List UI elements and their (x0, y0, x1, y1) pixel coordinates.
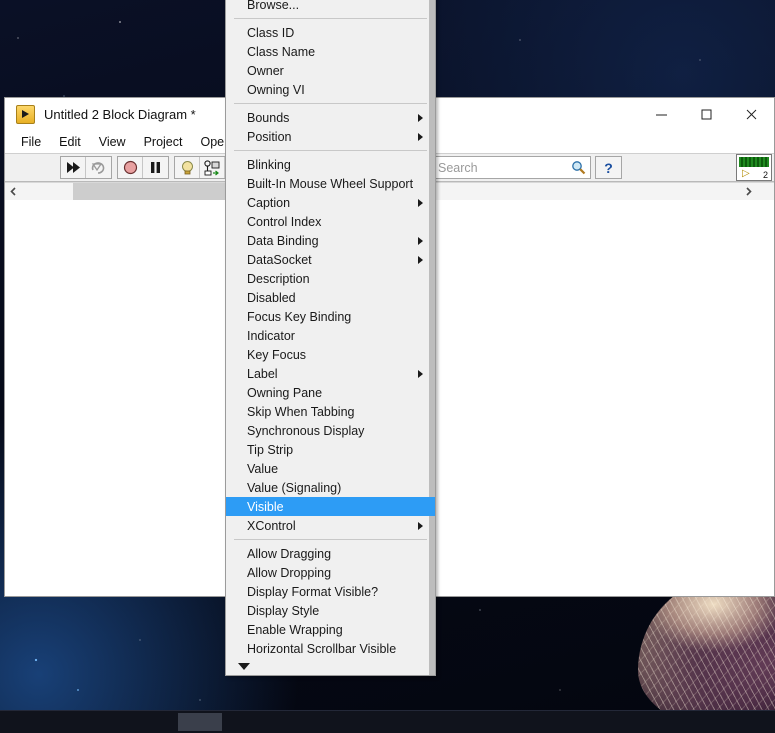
menubar-item-project[interactable]: Project (135, 133, 192, 151)
vi-icon-pane[interactable]: ▷ 2 (736, 154, 772, 181)
close-icon[interactable] (729, 98, 774, 131)
vi-icon-glyph: ▷ (742, 168, 750, 179)
run-arrow-icon[interactable] (61, 157, 86, 178)
vi-icon-number: 2 (762, 170, 768, 180)
search-input[interactable]: ▸| Search (416, 156, 591, 179)
retain-wire-values-icon[interactable] (200, 157, 225, 178)
submenu-arrow-icon (418, 132, 423, 141)
menu-item-allow-dragging[interactable]: Allow Dragging (226, 544, 435, 563)
screen: Untitled 2 Block Diagram * File Edit Vie… (0, 0, 775, 733)
execution-controls-group (117, 156, 169, 179)
menu-item-display-style[interactable]: Display Style (226, 601, 435, 620)
menu-item-value-signaling[interactable]: Value (Signaling) (226, 478, 435, 497)
submenu-arrow-icon (418, 198, 423, 207)
menu-item-data-binding[interactable]: Data Binding (226, 231, 435, 250)
window-title: Untitled 2 Block Diagram * (44, 107, 196, 122)
menu-item-indicator[interactable]: Indicator (226, 326, 435, 345)
menu-item-tip-strip[interactable]: Tip Strip (226, 440, 435, 459)
menu-item-disabled[interactable]: Disabled (226, 288, 435, 307)
submenu-arrow-icon (418, 236, 423, 245)
property-context-menu[interactable]: Browse... Class ID Class Name Owner Owning V… (225, 0, 436, 676)
menubar-item-file[interactable]: File (12, 133, 50, 151)
taskbar[interactable] (0, 710, 775, 733)
magnifier-icon[interactable] (566, 160, 590, 175)
menu-item-owning-pane[interactable]: Owning Pane (226, 383, 435, 402)
menu-item-class-name[interactable]: Class Name (226, 42, 435, 61)
taskbar-item[interactable] (178, 713, 222, 731)
menu-separator (234, 103, 427, 104)
menu-item-blinking[interactable]: Blinking (226, 155, 435, 174)
search-input-text: Search (438, 160, 478, 175)
window-controls (639, 98, 774, 131)
chevron-left-icon[interactable] (5, 183, 22, 200)
horizontal-scrollbar-thumb[interactable] (73, 183, 238, 200)
run-continuously-icon[interactable] (86, 157, 111, 178)
menu-separator (234, 18, 427, 19)
abort-execution-icon[interactable] (118, 157, 143, 178)
labview-vi-icon (16, 105, 35, 124)
menubar-item-view[interactable]: View (90, 133, 135, 151)
pause-icon[interactable] (143, 157, 168, 178)
menu-item-key-focus[interactable]: Key Focus (226, 345, 435, 364)
submenu-arrow-icon (418, 521, 423, 530)
menu-item-built-in-mouse-wheel-support[interactable]: Built-In Mouse Wheel Support (226, 174, 435, 193)
resize-grip[interactable] (757, 183, 774, 200)
light-bulb-icon[interactable] (175, 157, 200, 178)
menubar-item-edit[interactable]: Edit (50, 133, 90, 151)
menu-item-class-id[interactable]: Class ID (226, 23, 435, 42)
menu-item-focus-key-binding[interactable]: Focus Key Binding (226, 307, 435, 326)
menu-item-caption[interactable]: Caption (226, 193, 435, 212)
submenu-arrow-icon (418, 369, 423, 378)
submenu-arrow-icon (418, 113, 423, 122)
context-menu-items: Browse... Class ID Class Name Owner Owning V… (226, 0, 435, 658)
context-menu-scroll-down[interactable] (226, 658, 435, 675)
menu-item-bounds[interactable]: Bounds (226, 108, 435, 127)
menu-item-allow-dropping[interactable]: Allow Dropping (226, 563, 435, 582)
menu-item-control-index[interactable]: Control Index (226, 212, 435, 231)
menu-item-xcontrol[interactable]: XControl (226, 516, 435, 535)
maximize-icon[interactable] (684, 98, 729, 131)
menu-separator (234, 150, 427, 151)
menu-item-owner[interactable]: Owner (226, 61, 435, 80)
menu-item-value[interactable]: Value (226, 459, 435, 478)
help-button[interactable]: ? (595, 156, 622, 179)
menu-item-visible[interactable]: Visible (226, 497, 435, 516)
submenu-arrow-icon (418, 255, 423, 264)
menu-item-horizontal-scrollbar-visible[interactable]: Horizontal Scrollbar Visible (226, 639, 435, 658)
menu-item-enable-wrapping[interactable]: Enable Wrapping (226, 620, 435, 639)
minimize-icon[interactable] (639, 98, 684, 131)
run-controls-group (60, 156, 112, 179)
menu-item-position[interactable]: Position (226, 127, 435, 146)
vi-icon-graphic (739, 157, 769, 167)
menu-item-display-format-visible[interactable]: Display Format Visible? (226, 582, 435, 601)
menu-item-datasocket[interactable]: DataSocket (226, 250, 435, 269)
menu-item-label[interactable]: Label (226, 364, 435, 383)
menu-item-skip-when-tabbing[interactable]: Skip When Tabbing (226, 402, 435, 421)
triangle-down-icon (238, 663, 250, 670)
menu-item-owning-vi[interactable]: Owning VI (226, 80, 435, 99)
menu-item-synchronous-display[interactable]: Synchronous Display (226, 421, 435, 440)
menu-separator (234, 539, 427, 540)
menu-item-browse[interactable]: Browse... (226, 0, 435, 14)
menu-item-description[interactable]: Description (226, 269, 435, 288)
chevron-right-icon[interactable] (740, 183, 757, 200)
